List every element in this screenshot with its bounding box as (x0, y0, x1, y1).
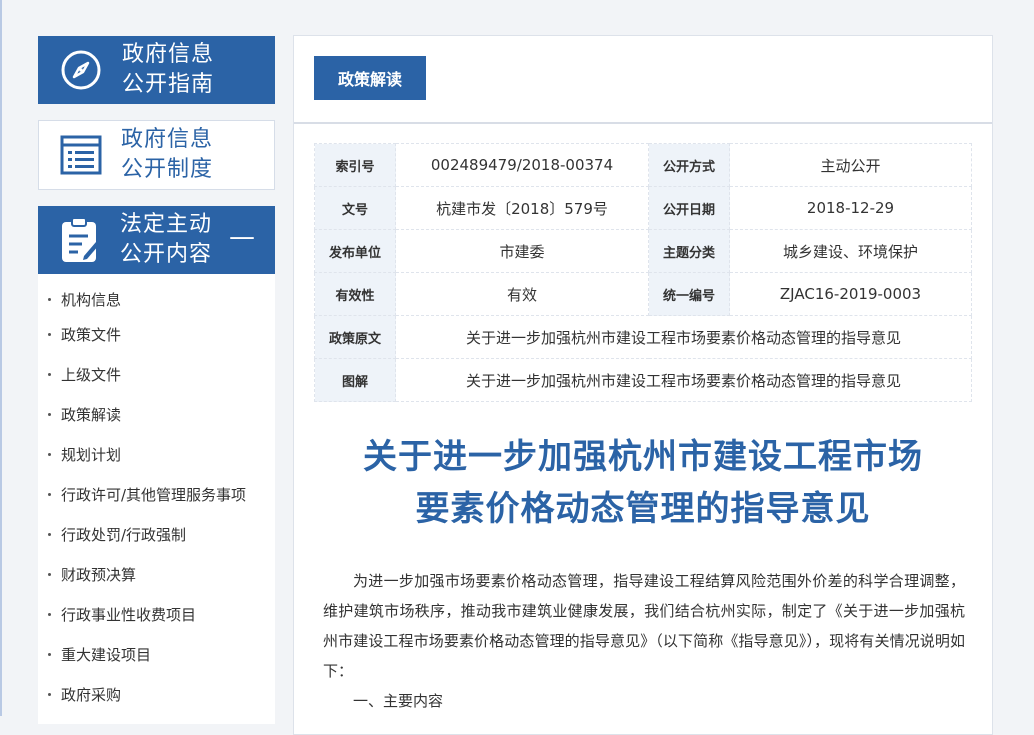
bullet-icon (48, 492, 51, 496)
main-content: 政策解读 索引号 002489479/2018-00374 公开方式 主动公开 … (293, 35, 993, 735)
bullet-icon (48, 372, 51, 376)
menu-item-label: 政策解读 (61, 405, 122, 424)
menu-item-label: 政府采购 (61, 685, 122, 704)
bullet-icon (48, 532, 51, 536)
serial-label: 统一编号 (648, 272, 730, 316)
article-title: 关于进一步加强杭州市建设工程市场 要素价格动态管理的指导意见 (314, 431, 972, 535)
doc-number-label: 文号 (314, 186, 396, 230)
left-edge (0, 0, 2, 716)
menu-item-label: 行政许可/其他管理服务事项 (61, 485, 247, 504)
menu-item-policy-docs[interactable]: 政策文件 (38, 314, 275, 354)
menu-item-label: 行政处罚/行政强制 (61, 525, 187, 544)
index-label: 索引号 (314, 143, 396, 187)
document-info-table: 索引号 002489479/2018-00374 公开方式 主动公开 文号 杭建… (314, 143, 972, 402)
bullet-icon (48, 452, 51, 456)
section-header: 政策解读 (294, 36, 992, 124)
active-line1: 法定主动 (120, 212, 213, 237)
menu-item-licensing[interactable]: 行政许可/其他管理服务事项 (38, 474, 275, 514)
table-row: 有效性 有效 统一编号 ZJAC16-2019-0003 (314, 272, 972, 316)
menu-item-label: 财政预决算 (61, 565, 137, 584)
unit-label: 发布单位 (314, 229, 396, 273)
collapse-toggle[interactable]: — (229, 224, 255, 250)
active-line2: 公开内容 (120, 242, 213, 267)
menu-item-label: 机构信息 (61, 290, 122, 309)
bullet-icon (48, 652, 51, 656)
system-line1: 政府信息 (121, 127, 214, 152)
original-policy-label: 政策原文 (314, 315, 396, 359)
menu-item-label: 行政事业性收费项目 (61, 605, 197, 624)
article-body: 为进一步加强市场要素价格动态管理，指导建设工程结算风险范围外价差的科学合理调整，… (323, 566, 965, 716)
guide-line1: 政府信息 (122, 42, 215, 67)
title-line1: 关于进一步加强杭州市建设工程市场 (363, 437, 923, 477)
menu-item-policy-interpretation[interactable]: 政策解读 (38, 394, 275, 434)
disclosure-system-link[interactable]: 政府信息 公开制度 (38, 120, 275, 190)
topic-label: 主题分类 (648, 229, 730, 273)
index-value: 002489479/2018-00374 (395, 143, 649, 187)
table-row: 图解 关于进一步加强杭州市建设工程市场要素价格动态管理的指导意见 (314, 358, 972, 402)
compass-icon (61, 50, 101, 90)
bullet-icon (48, 572, 51, 576)
disclosure-guide-link[interactable]: 政府信息 公开指南 (38, 36, 275, 104)
bullet-icon (48, 692, 51, 696)
method-value: 主动公开 (729, 143, 972, 187)
bullet-icon (48, 412, 51, 416)
tab-policy-interpretation[interactable]: 政策解读 (314, 56, 426, 100)
active-text: 法定主动 公开内容 (120, 210, 212, 270)
menu-item-label: 重大建设项目 (61, 645, 152, 664)
menu-item-budget[interactable]: 财政预决算 (38, 554, 275, 594)
table-row: 发布单位 市建委 主题分类 城乡建设、环境保护 (314, 229, 972, 273)
unit-value: 市建委 (395, 229, 649, 273)
menu-item-superior-docs[interactable]: 上级文件 (38, 354, 275, 394)
disclosure-menu: 机构信息 政策文件 上级文件 政策解读 规划计划 行政许可/其他管理服务事项 行… (38, 274, 275, 724)
original-policy-link[interactable]: 关于进一步加强杭州市建设工程市场要素价格动态管理的指导意见 (395, 315, 972, 359)
table-row: 文号 杭建市发〔2018〕579号 公开日期 2018-12-29 (314, 186, 972, 230)
menu-item-planning[interactable]: 规划计划 (38, 434, 275, 474)
paragraph: 为进一步加强市场要素价格动态管理，指导建设工程结算风险范围外价差的科学合理调整，… (323, 572, 965, 680)
menu-item-fees[interactable]: 行政事业性收费项目 (38, 594, 275, 634)
menu-item-label: 政策文件 (61, 325, 122, 344)
system-text: 政府信息 公开制度 (121, 125, 213, 185)
table-row: 政策原文 关于进一步加强杭州市建设工程市场要素价格动态管理的指导意见 (314, 315, 972, 359)
bullet-icon (48, 332, 51, 336)
menu-item-major-projects[interactable]: 重大建设项目 (38, 634, 275, 674)
bullet-icon (48, 297, 51, 301)
date-value: 2018-12-29 (729, 186, 972, 230)
mandatory-disclosure-header[interactable]: 法定主动 公开内容 — (38, 206, 275, 274)
clipboard-edit-icon (62, 217, 99, 262)
menu-item-institution[interactable]: 机构信息 (38, 284, 275, 314)
sidebar: 政府信息 公开指南 政府信息 公开制度 法定主动 公开内容 — 机构信息 政策文… (38, 36, 275, 724)
title-line2: 要素价格动态管理的指导意见 (415, 489, 871, 529)
document-list-icon (60, 135, 102, 175)
serial-value: ZJAC16-2019-0003 (729, 272, 972, 316)
system-line2: 公开制度 (121, 157, 214, 182)
menu-item-penalty[interactable]: 行政处罚/行政强制 (38, 514, 275, 554)
section-heading: 一、主要内容 (353, 692, 444, 710)
bullet-icon (48, 612, 51, 616)
date-label: 公开日期 (648, 186, 730, 230)
validity-value: 有效 (395, 272, 649, 316)
guide-line2: 公开指南 (122, 72, 215, 97)
table-row: 索引号 002489479/2018-00374 公开方式 主动公开 (314, 143, 972, 187)
topic-value: 城乡建设、环境保护 (729, 229, 972, 273)
menu-item-label: 规划计划 (61, 445, 122, 464)
validity-label: 有效性 (314, 272, 396, 316)
guide-text: 政府信息 公开指南 (122, 40, 214, 100)
graphic-link[interactable]: 关于进一步加强杭州市建设工程市场要素价格动态管理的指导意见 (395, 358, 972, 402)
method-label: 公开方式 (648, 143, 730, 187)
doc-number-value: 杭建市发〔2018〕579号 (395, 186, 649, 230)
menu-item-label: 上级文件 (61, 365, 122, 384)
graphic-label: 图解 (314, 358, 396, 402)
menu-item-procurement[interactable]: 政府采购 (38, 674, 275, 714)
